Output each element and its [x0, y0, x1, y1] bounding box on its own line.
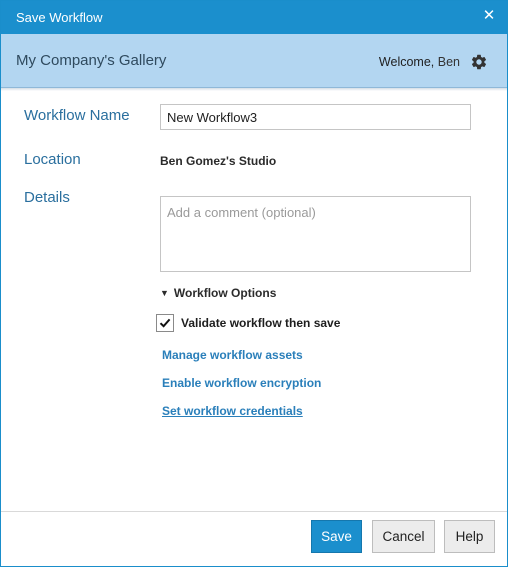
comment-field[interactable] — [160, 196, 471, 272]
validate-checkbox[interactable] — [156, 314, 174, 332]
gallery-name: My Company's Gallery — [16, 52, 167, 69]
header-shadow — [1, 88, 507, 91]
save-button[interactable]: Save — [311, 520, 362, 553]
triangle-down-icon: ▼ — [160, 288, 169, 298]
close-icon[interactable]: ✕ — [481, 8, 497, 24]
help-button[interactable]: Help — [444, 520, 495, 553]
welcome-text: Welcome, Ben — [379, 55, 460, 69]
enable-encryption-link[interactable]: Enable workflow encryption — [162, 376, 321, 390]
location-value: Ben Gomez's Studio — [160, 154, 277, 168]
location-label: Location — [24, 151, 81, 168]
user-name: Ben — [437, 55, 460, 69]
workflow-name-input[interactable] — [160, 104, 471, 130]
welcome-label: Welcome, — [378, 55, 435, 69]
manage-assets-link[interactable]: Manage workflow assets — [162, 348, 303, 362]
details-label: Details — [24, 189, 70, 206]
cancel-button[interactable]: Cancel — [372, 520, 435, 553]
footer-divider — [1, 511, 507, 512]
workflow-name-label: Workflow Name — [24, 107, 130, 124]
checkmark-icon — [159, 318, 171, 328]
set-credentials-link[interactable]: Set workflow credentials — [162, 404, 303, 418]
validate-checkbox-label: Validate workflow then save — [181, 316, 341, 330]
workflow-options-label: Workflow Options — [173, 286, 277, 300]
gear-icon[interactable] — [470, 53, 488, 71]
gallery-header: My Company's Gallery Welcome, Ben — [1, 34, 507, 88]
title-bar[interactable]: Save Workflow ✕ — [1, 1, 507, 34]
save-workflow-dialog: Save Workflow ✕ My Company's Gallery Wel… — [0, 0, 508, 567]
dialog-title: Save Workflow — [16, 10, 103, 25]
workflow-options-toggle[interactable]: ▼ Workflow Options — [160, 286, 276, 300]
